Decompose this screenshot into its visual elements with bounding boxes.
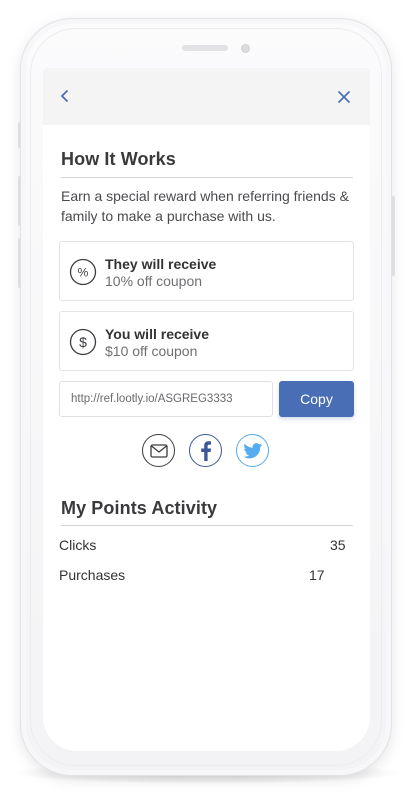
phone-screen: How It Works Earn a special reward when …	[43, 68, 370, 751]
how-it-works-title: How It Works	[61, 149, 176, 169]
stat-value: 17	[309, 567, 325, 583]
stat-label: Purchases	[59, 567, 126, 583]
twitter-icon[interactable]	[236, 434, 269, 467]
front-camera	[241, 44, 250, 53]
section-divider	[61, 177, 353, 178]
how-it-works-description: Earn a special reward when referring fri…	[61, 188, 349, 224]
facebook-icon[interactable]	[189, 434, 222, 467]
earpiece-speaker	[182, 45, 228, 51]
stat-value: 35	[330, 537, 346, 553]
reward-title: You will receive	[105, 326, 210, 342]
email-icon[interactable]	[142, 434, 175, 467]
close-icon[interactable]	[336, 89, 352, 105]
svg-text:$: $	[79, 334, 87, 350]
reward-subtitle: 10% off coupon	[105, 273, 203, 289]
stat-row-clicks: Clicks 35	[59, 537, 349, 557]
reward-title: They will receive	[105, 256, 217, 272]
copy-button[interactable]: Copy	[279, 381, 354, 417]
reward-card-self: $ You will receive $10 off coupon	[59, 311, 354, 371]
reward-card-friend: % They will receive 10% off coupon	[59, 241, 354, 301]
points-activity-title: My Points Activity	[61, 498, 218, 518]
stat-row-purchases: Purchases 17	[59, 567, 349, 587]
top-bar	[43, 68, 370, 125]
dollar-icon: $	[69, 328, 97, 356]
referral-link-input[interactable]	[59, 381, 273, 417]
chevron-left-icon[interactable]	[57, 88, 73, 104]
reward-subtitle: $10 off coupon	[105, 343, 198, 359]
stat-label: Clicks	[59, 537, 97, 553]
section-divider	[61, 525, 353, 526]
svg-text:%: %	[78, 266, 89, 280]
percent-icon: %	[69, 258, 97, 286]
device-mockup: How It Works Earn a special reward when …	[0, 0, 411, 796]
